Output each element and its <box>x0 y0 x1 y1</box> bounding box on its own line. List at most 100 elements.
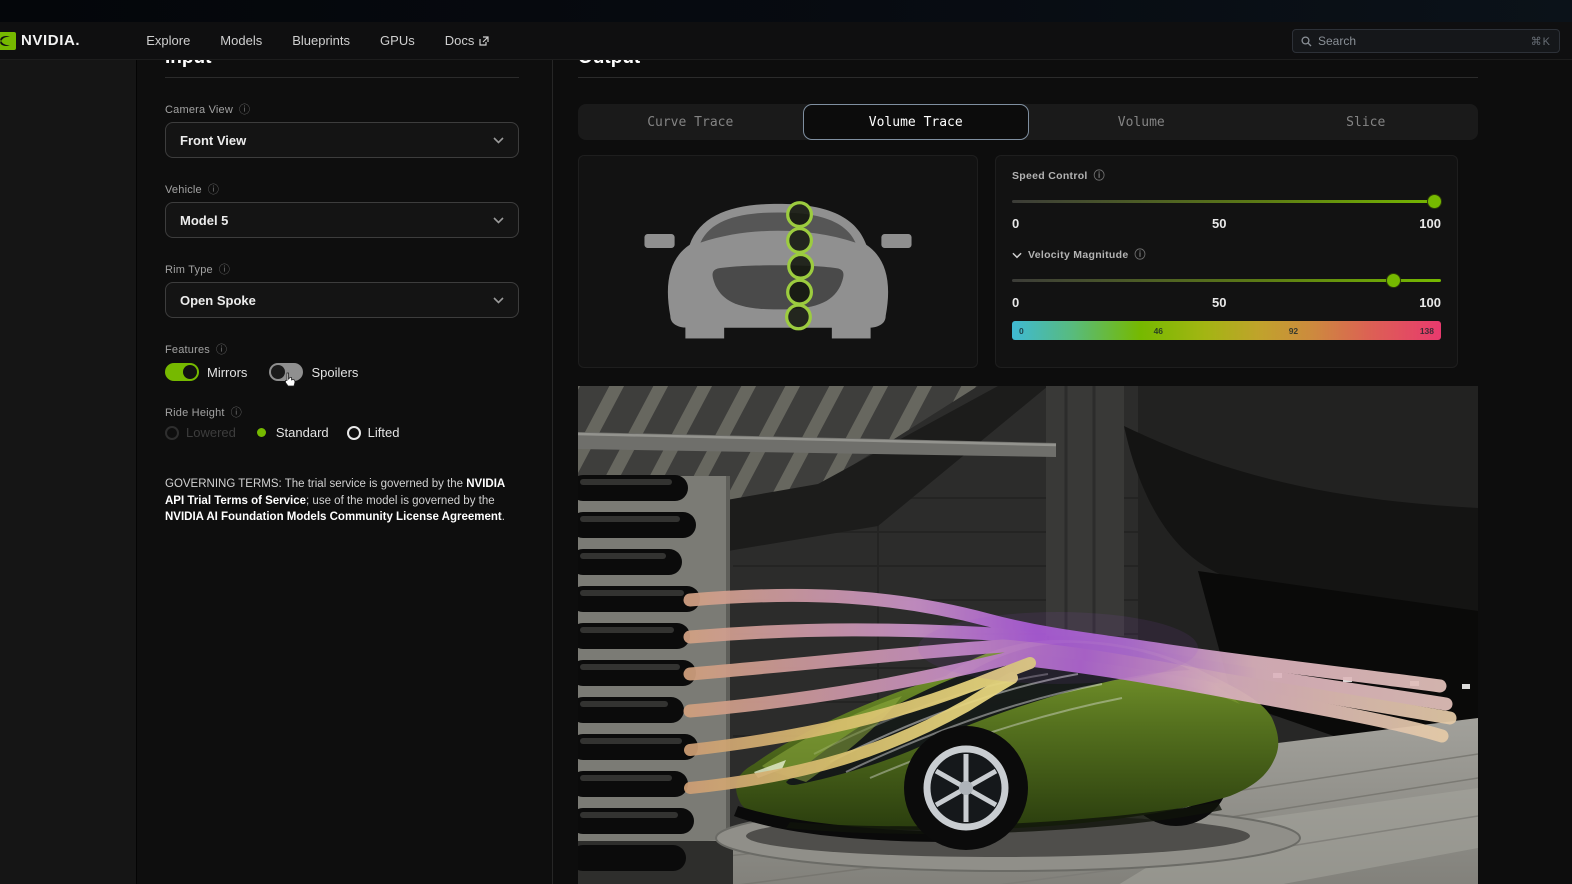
colorbar-label: 92 <box>1288 326 1299 336</box>
radio-standard[interactable]: Standard <box>254 425 329 440</box>
radio-selected-dot <box>256 428 266 437</box>
speed-control-label: Speed Control <box>1012 170 1088 182</box>
radio-ring <box>346 425 361 440</box>
trace-probe[interactable] <box>786 278 813 306</box>
mirrors-toggle-item: Mirrors <box>165 363 247 381</box>
terms-suffix: . <box>501 511 505 524</box>
velocity-magnitude-label-row: Velocity Magnitude ⓘ <box>1012 249 1441 261</box>
search-input[interactable] <box>1318 34 1531 48</box>
trace-probe[interactable] <box>785 302 812 330</box>
terms-middle: ; use of the model is governed by the <box>306 494 495 507</box>
vehicle-value: Model 5 <box>180 212 229 228</box>
velocity-colorbar: 0 46 92 138 <box>1012 321 1441 340</box>
wind-tunnel-render <box>578 386 1478 884</box>
chevron-down-icon <box>493 296 504 304</box>
nav-link-blueprints[interactable]: Blueprints <box>292 33 350 48</box>
output-render-viewport[interactable] <box>578 386 1478 884</box>
camera-view-label: Camera View <box>165 104 234 116</box>
speed-control-slider[interactable] <box>1012 195 1441 208</box>
output-panel: Output Curve Trace Volume Trace Volume S… <box>553 60 1572 884</box>
radio-lowered-label: Lowered <box>186 425 236 440</box>
input-panel: Input Camera View ⓘ Front View Vehicle ⓘ… <box>137 60 553 884</box>
output-tab-bar: Curve Trace Volume Trace Volume Slice <box>578 104 1478 140</box>
velocity-magnitude-label: Velocity Magnitude <box>1028 249 1129 261</box>
colorbar-label: 138 <box>1419 326 1434 336</box>
governing-terms: GOVERNING TERMS: The trial service is go… <box>165 476 519 526</box>
mirrors-toggle[interactable] <box>165 363 199 381</box>
nav-link-docs[interactable]: Docs <box>445 33 490 48</box>
radio-lowered[interactable]: Lowered <box>165 425 236 440</box>
toggle-knob <box>271 365 286 379</box>
rim-type-label: Rim Type <box>165 264 213 276</box>
features-label: Features <box>165 344 211 356</box>
spoilers-toggle[interactable] <box>269 363 304 381</box>
tab-slice[interactable]: Slice <box>1254 104 1479 140</box>
streamline-emitter-tubes <box>578 475 700 871</box>
mirrors-label: Mirrors <box>207 364 248 380</box>
speed-control-label-row: Speed Control ⓘ <box>1012 170 1441 182</box>
nav-links: Explore Models Blueprints GPUs Docs <box>146 33 489 48</box>
tick-max: 100 <box>1419 295 1441 310</box>
rim-type-select[interactable]: Open Spoke <box>165 282 519 318</box>
tick-mid: 50 <box>1212 295 1227 310</box>
nav-link-docs-label: Docs <box>444 33 475 48</box>
vehicle-label: Vehicle <box>165 184 202 196</box>
search-shortcut: ⌘K <box>1530 35 1551 48</box>
flow-controls-card: Speed Control ⓘ 0 50 100 Velocity Magnit… <box>995 155 1458 368</box>
terms-link-license[interactable]: NVIDIA AI Foundation Models Community Li… <box>165 511 502 523</box>
nav-link-explore[interactable]: Explore <box>146 33 190 48</box>
tick-max: 100 <box>1419 216 1441 231</box>
terms-prefix: GOVERNING TERMS: The trial service is go… <box>165 478 467 490</box>
spoilers-label: Spoilers <box>311 364 359 380</box>
trace-probe[interactable] <box>787 252 815 280</box>
tab-curve-trace[interactable]: Curve Trace <box>578 104 803 140</box>
slider-track <box>1012 200 1441 203</box>
search-box[interactable]: ⌘K <box>1292 29 1560 53</box>
chevron-down-icon <box>493 216 504 224</box>
colorbar-label: 0 <box>1019 326 1024 336</box>
slider-handle[interactable] <box>1428 195 1441 208</box>
radio-lifted-label: Lifted <box>367 425 400 440</box>
camera-view-value: Front View <box>180 132 247 148</box>
trace-probe[interactable] <box>786 226 813 254</box>
left-gutter <box>0 60 137 884</box>
tab-volume-trace[interactable]: Volume Trace <box>802 104 1029 140</box>
trace-probe[interactable] <box>786 200 813 228</box>
nvidia-logo[interactable]: NVIDIA. <box>0 28 80 54</box>
input-divider <box>165 77 519 78</box>
info-icon[interactable]: ⓘ <box>216 344 227 356</box>
top-navbar: NVIDIA. Explore Models Blueprints GPUs D… <box>0 22 1572 60</box>
ride-height-options: Lowered Standard Lifted <box>165 425 519 440</box>
info-icon[interactable]: ⓘ <box>239 104 250 116</box>
nav-link-models[interactable]: Models <box>220 33 262 48</box>
chevron-down-icon <box>493 136 504 144</box>
vehicle-select[interactable]: Model 5 <box>165 202 519 238</box>
info-icon[interactable]: ⓘ <box>1094 170 1105 182</box>
trace-position-diagram <box>578 155 978 368</box>
nvidia-eye-icon <box>0 31 16 50</box>
tick-mid: 50 <box>1212 216 1227 231</box>
trace-probes <box>785 200 815 330</box>
radio-lifted[interactable]: Lifted <box>346 425 400 440</box>
brand-wordmark: NVIDIA. <box>21 32 81 49</box>
rim-type-value: Open Spoke <box>180 292 256 308</box>
tick-min: 0 <box>1012 216 1020 231</box>
nav-link-gpus[interactable]: GPUs <box>380 33 415 48</box>
info-icon[interactable]: ⓘ <box>219 264 230 276</box>
tab-volume[interactable]: Volume <box>1029 104 1254 140</box>
radio-ring <box>165 425 179 440</box>
info-icon[interactable]: ⓘ <box>231 407 242 419</box>
radio-standard-label: Standard <box>275 425 329 440</box>
chevron-down-icon[interactable] <box>1012 252 1022 259</box>
features-toggles: Mirrors Spoilers <box>165 363 519 387</box>
info-icon[interactable]: ⓘ <box>208 184 219 196</box>
ride-height-label-row: Ride Height ⓘ <box>165 407 519 419</box>
ride-height-label: Ride Height <box>165 407 225 419</box>
camera-view-select[interactable]: Front View <box>165 122 519 158</box>
info-icon[interactable]: ⓘ <box>1135 249 1146 261</box>
toggle-knob <box>183 365 197 379</box>
slider-handle[interactable] <box>1386 274 1400 287</box>
input-panel-title: Input <box>165 60 519 70</box>
velocity-magnitude-slider[interactable] <box>1012 274 1441 287</box>
velocity-magnitude-ticks: 0 50 100 <box>1012 295 1441 310</box>
